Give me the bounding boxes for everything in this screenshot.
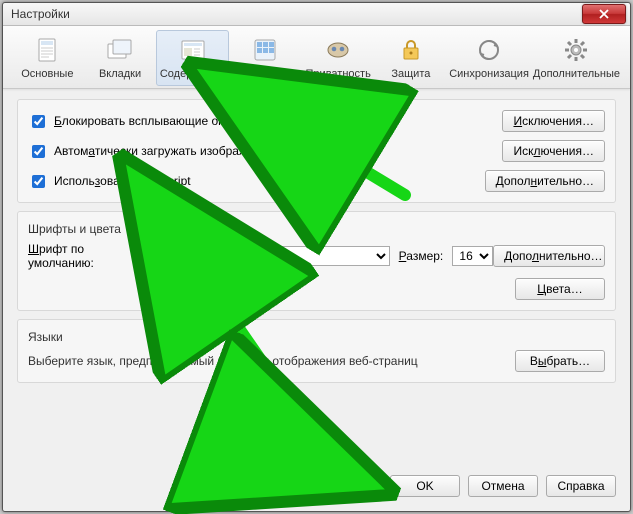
tab-advanced[interactable]: Дополнительные xyxy=(531,30,622,86)
tab-tabs-label: Вкладки xyxy=(99,68,141,80)
lang-group-title: Языки xyxy=(28,330,605,344)
tab-sync-label: Синхронизация xyxy=(449,68,529,80)
colors-button[interactable]: Цвета… xyxy=(515,278,605,300)
js-advanced-button[interactable]: Дополнительно… xyxy=(485,170,605,192)
close-icon xyxy=(599,9,609,19)
tab-general[interactable]: Основные xyxy=(11,30,84,86)
ok-button[interactable]: OK xyxy=(390,475,460,497)
tab-security-label: Защита xyxy=(391,68,430,80)
tab-content[interactable]: Содержимое xyxy=(156,30,229,86)
lang-hint: Выберите язык, предпочитаемый вами для о… xyxy=(28,354,418,368)
load-images-checkbox[interactable] xyxy=(32,145,45,158)
enable-js-text: Использовать JavaScript xyxy=(54,174,191,188)
window-title: Настройки xyxy=(11,7,582,21)
tabs-toolbar: Основные Вкладки Содержимое Приложения П… xyxy=(3,26,630,89)
tab-privacy-label: Приватность xyxy=(306,68,371,80)
general-icon xyxy=(31,34,63,66)
lang-choose-button[interactable]: Выбрать… xyxy=(515,350,605,372)
tab-apps[interactable]: Приложения xyxy=(229,30,302,86)
images-exceptions-button[interactable]: Исключения… xyxy=(502,140,605,162)
privacy-icon xyxy=(322,34,354,66)
group-lang: Языки Выберите язык, предпочитаемый вами… xyxy=(17,319,616,383)
content-area: Блокировать всплывающие окна Исключения…… xyxy=(3,89,630,465)
group-content: Блокировать всплывающие окна Исключения…… xyxy=(17,99,616,203)
block-popups-text: Блокировать всплывающие окна xyxy=(54,114,237,128)
default-font-label: Шрифт по умолчанию: xyxy=(28,242,142,270)
enable-js-checkbox-label[interactable]: Использовать JavaScript xyxy=(28,172,485,191)
dialog-buttons: OK Отмена Справка xyxy=(3,465,630,511)
cancel-button[interactable]: Отмена xyxy=(468,475,538,497)
block-popups-checkbox-label[interactable]: Блокировать всплывающие окна xyxy=(28,112,502,131)
gear-icon xyxy=(560,34,592,66)
tab-content-label: Содержимое xyxy=(160,68,226,80)
tab-general-label: Основные xyxy=(21,68,73,80)
content-icon xyxy=(177,34,209,66)
tab-tabs[interactable]: Вкладки xyxy=(84,30,157,86)
default-font-select[interactable]: Times New Roman xyxy=(152,246,390,266)
tab-privacy[interactable]: Приватность xyxy=(302,30,375,86)
group-fonts: Шрифты и цвета Шрифт по умолчанию: Times… xyxy=(17,211,616,311)
help-button[interactable]: Справка xyxy=(546,475,616,497)
tabs-icon xyxy=(104,34,136,66)
font-size-label: Размер: xyxy=(399,249,444,263)
tab-apps-label: Приложения xyxy=(233,68,297,80)
load-images-text: Автоматически загружать изображения xyxy=(54,144,273,158)
fonts-advanced-button[interactable]: Дополнительно… xyxy=(493,245,605,267)
enable-js-checkbox[interactable] xyxy=(32,175,45,188)
tab-security[interactable]: Защита xyxy=(375,30,448,86)
fonts-group-title: Шрифты и цвета xyxy=(28,222,605,236)
load-images-checkbox-label[interactable]: Автоматически загружать изображения xyxy=(28,142,502,161)
popups-exceptions-button[interactable]: Исключения… xyxy=(502,110,605,132)
apps-icon xyxy=(249,34,281,66)
font-size-select[interactable]: 16 xyxy=(452,246,493,266)
sync-icon xyxy=(473,34,505,66)
block-popups-checkbox[interactable] xyxy=(32,115,45,128)
titlebar: Настройки xyxy=(3,3,630,26)
security-icon xyxy=(395,34,427,66)
tab-advanced-label: Дополнительные xyxy=(533,68,620,80)
close-button[interactable] xyxy=(582,4,626,24)
tab-sync[interactable]: Синхронизация xyxy=(447,30,531,86)
